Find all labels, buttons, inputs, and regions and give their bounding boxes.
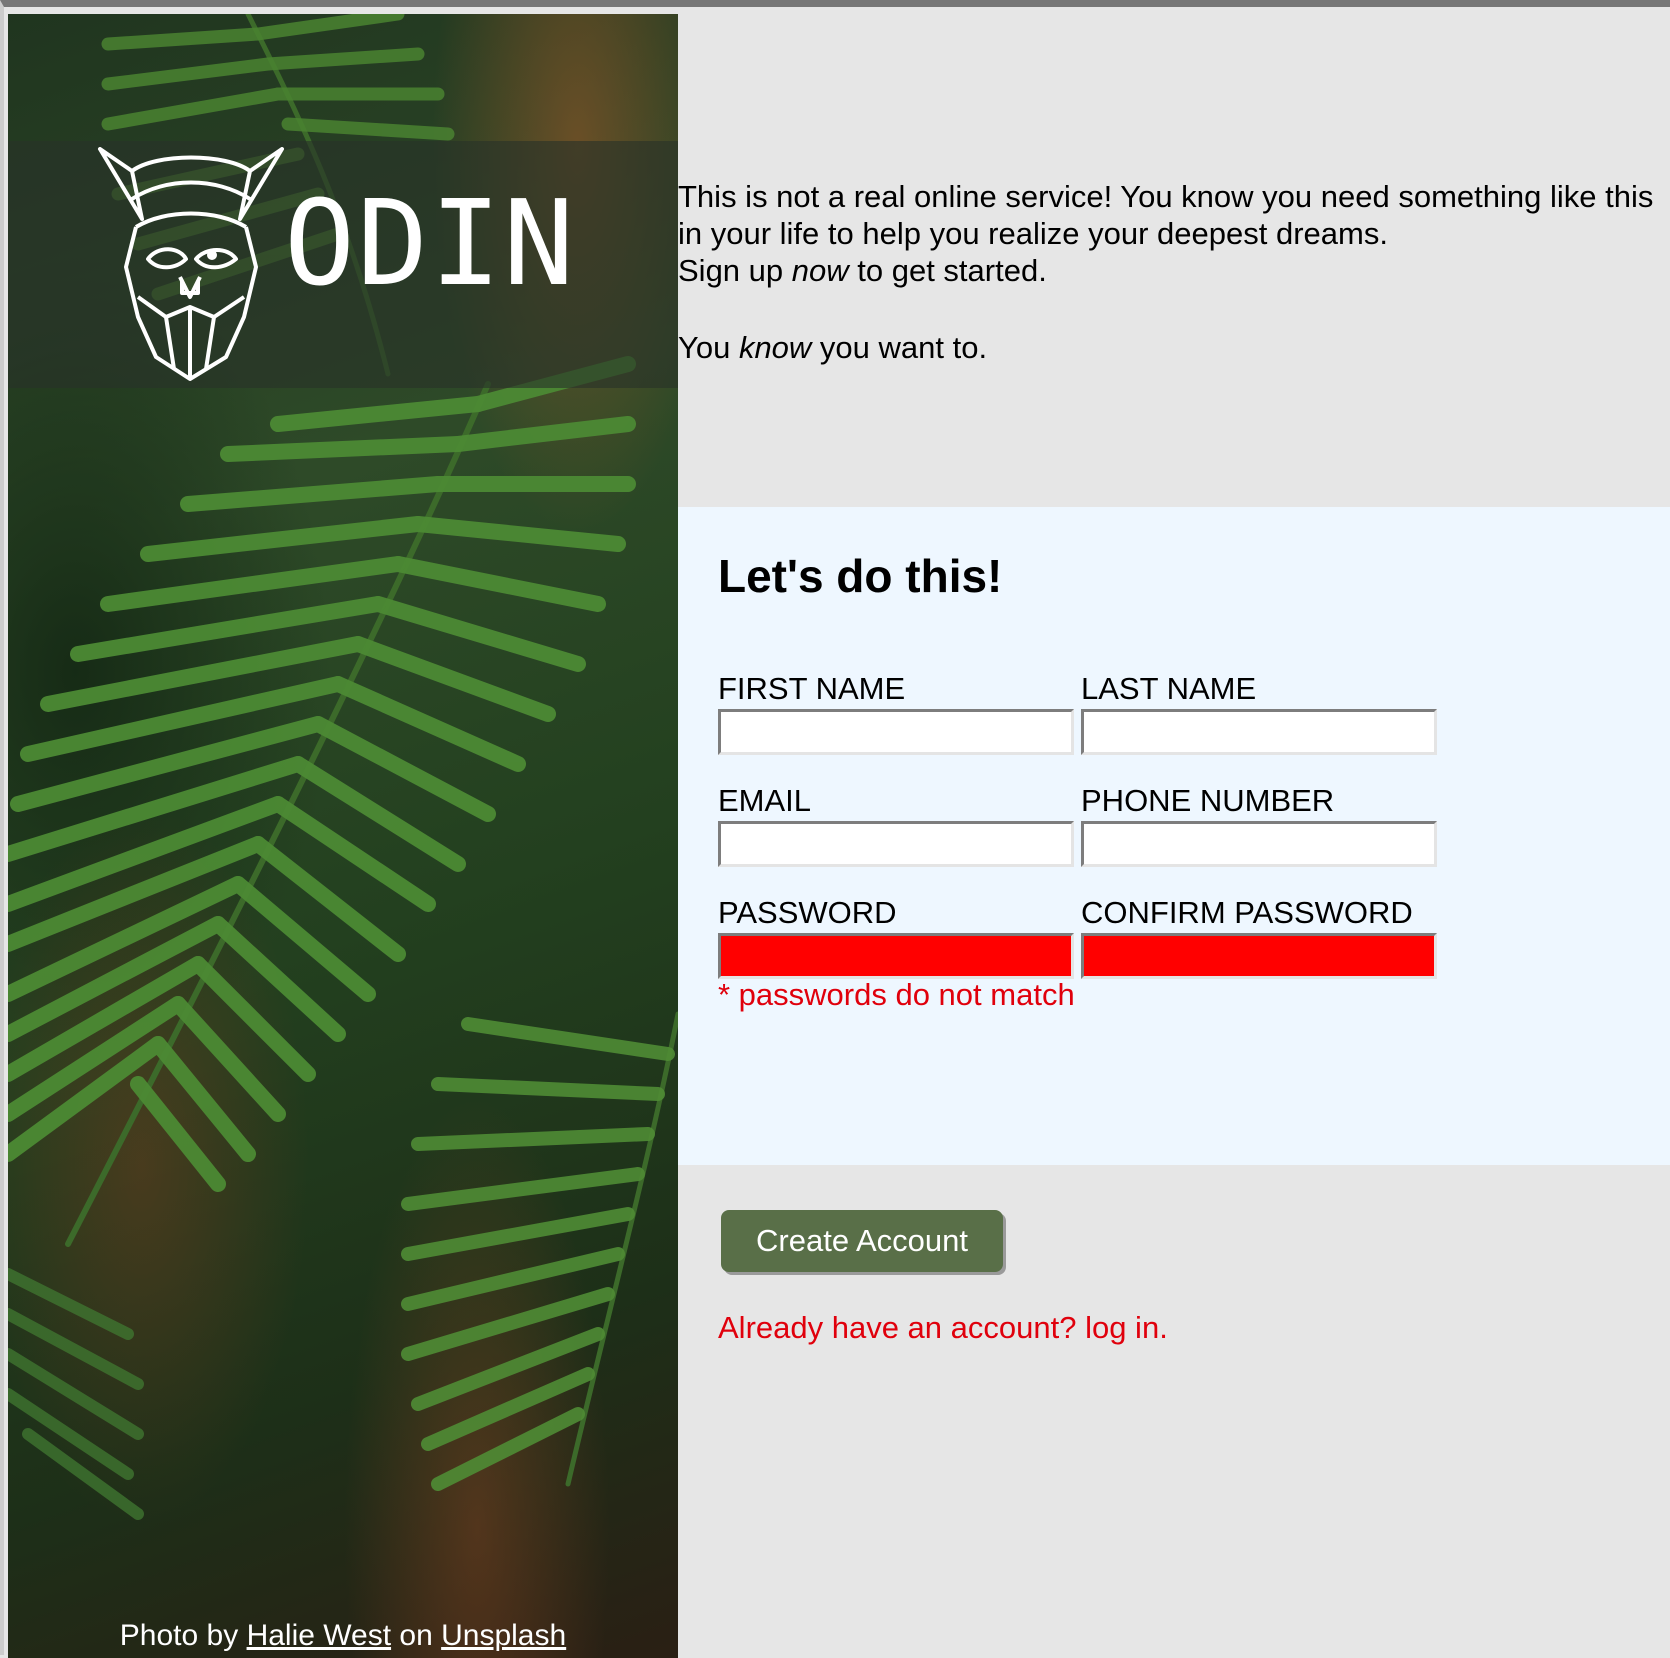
intro-line-2-start: Sign up: [678, 253, 792, 288]
credit-site-link[interactable]: Unsplash: [441, 1619, 566, 1652]
password-field: PASSWORD: [718, 895, 1074, 979]
last-name-input[interactable]: [1081, 709, 1437, 755]
credit-author-link[interactable]: Halie West: [247, 1619, 392, 1652]
intro-line-3-end: you want to.: [811, 330, 988, 365]
phone-input[interactable]: [1081, 821, 1437, 867]
login-link[interactable]: Already have an account? log in.: [718, 1310, 1168, 1346]
last-name-label: LAST NAME: [1081, 671, 1257, 706]
email-label: EMAIL: [718, 783, 812, 818]
phone-field: PHONE NUMBER: [1081, 783, 1437, 867]
first-name-input[interactable]: [718, 709, 1074, 755]
password-mismatch-error: * passwords do not match: [718, 977, 1075, 1012]
create-account-button[interactable]: Create Account: [721, 1210, 1003, 1272]
intro-line-3-start: You: [678, 330, 739, 365]
intro-line-2: Sign up now to get started.: [678, 252, 1670, 289]
password-input[interactable]: [718, 933, 1074, 979]
confirm-password-label: CONFIRM PASSWORD: [1081, 895, 1413, 930]
intro-line-3-emphasis: know: [738, 330, 812, 365]
signup-form: Let's do this! FIRST NAME LAST NAME EMAI…: [678, 507, 1670, 1165]
password-label: PASSWORD: [718, 895, 897, 930]
intro-line-2-emphasis: now: [791, 253, 849, 288]
photo-credit: Photo by Halie West on Unsplash: [8, 1616, 678, 1658]
credit-prefix: Photo by: [119, 1619, 247, 1652]
first-name-field: FIRST NAME: [718, 671, 1074, 755]
intro-spacer: [678, 289, 1670, 329]
hero-image-panel: ODIN Photo by Halie West on Unsplash: [8, 14, 678, 1658]
phone-label: PHONE NUMBER: [1081, 783, 1335, 818]
last-name-field: LAST NAME: [1081, 671, 1437, 755]
first-name-label: FIRST NAME: [718, 671, 906, 706]
credit-middle: on: [391, 1619, 442, 1652]
page-frame: ODIN Photo by Halie West on Unsplash Thi…: [0, 0, 1670, 1658]
intro-line-2-end: to get started.: [848, 253, 1047, 288]
form-heading: Let's do this!: [718, 550, 1003, 602]
odin-helmet-icon: [98, 147, 284, 381]
form-actions: Create Account Already have an account? …: [678, 1165, 1670, 1658]
confirm-password-input[interactable]: [1081, 933, 1437, 979]
logo-wordmark: ODIN: [284, 174, 577, 312]
confirm-password-field: CONFIRM PASSWORD: [1081, 895, 1437, 979]
intro-section: This is not a real online service! You k…: [678, 14, 1670, 507]
intro-line-3: You know you want to.: [678, 329, 1670, 366]
intro-line-1: This is not a real online service! You k…: [678, 179, 1654, 251]
email-input[interactable]: [718, 821, 1074, 867]
email-field: EMAIL: [718, 783, 1074, 867]
